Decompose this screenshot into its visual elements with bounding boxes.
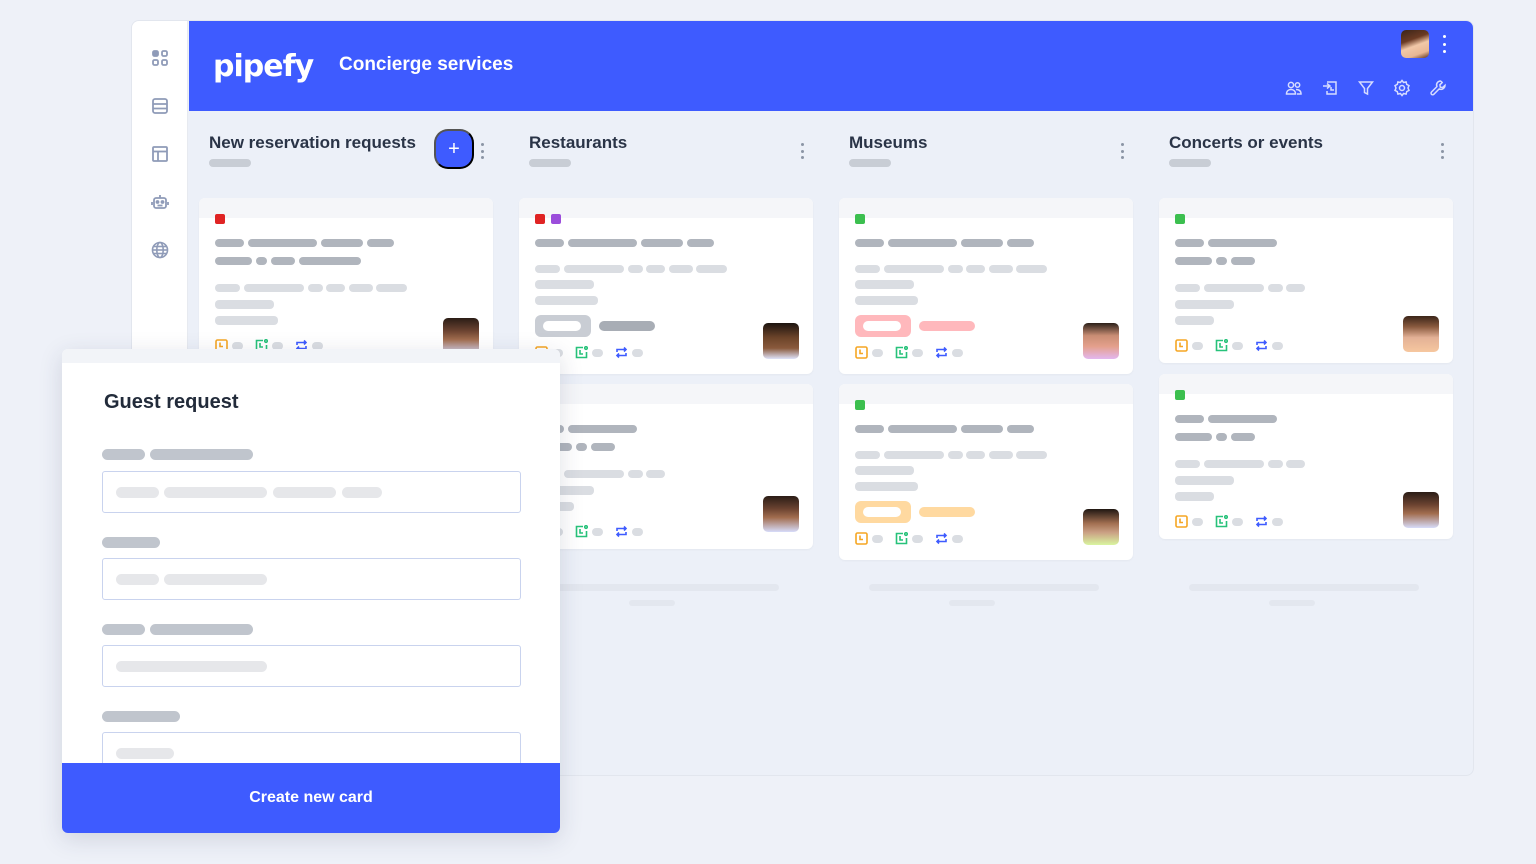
assignee-avatar[interactable]: [1403, 492, 1439, 528]
assignee-avatar[interactable]: [763, 496, 799, 532]
label-tag-green: [855, 214, 865, 224]
label-tag-green: [1175, 214, 1185, 224]
import-icon[interactable]: [1321, 79, 1339, 97]
card-count-placeholder: [1169, 159, 1211, 167]
field-label: [102, 624, 145, 635]
field-label: [150, 449, 253, 460]
label-tag-red: [535, 214, 545, 224]
connection-icon: [615, 525, 628, 538]
user-avatar[interactable]: [1401, 30, 1429, 58]
clock-icon: [855, 346, 868, 359]
card[interactable]: [1159, 374, 1453, 539]
assignee-avatar[interactable]: [1083, 509, 1119, 545]
card-count-placeholder: [529, 159, 571, 167]
apps-grid-icon[interactable]: [150, 48, 170, 68]
layout-icon[interactable]: [150, 144, 170, 164]
members-icon[interactable]: [1285, 79, 1303, 97]
pipe-title[interactable]: Concierge services: [339, 54, 513, 76]
wrench-icon[interactable]: [1429, 79, 1447, 97]
card-count-placeholder: [849, 159, 891, 167]
label-tag-green: [1175, 390, 1185, 400]
connection-icon: [615, 346, 628, 359]
assignee-avatar[interactable]: [1403, 316, 1439, 352]
due-date-icon: [575, 525, 588, 538]
status-pill: [855, 315, 911, 337]
card[interactable]: [519, 198, 813, 374]
label-tag-red: [215, 214, 225, 224]
connection-icon: [1255, 339, 1268, 352]
phase-title: New reservation requests: [209, 133, 416, 152]
status-pill: [855, 501, 911, 523]
card[interactable]: [1159, 198, 1453, 363]
phase-options-icon[interactable]: [801, 143, 805, 159]
clock-icon: [1175, 515, 1188, 528]
phase-title: Restaurants: [529, 133, 628, 152]
pipefy-logo[interactable]: pipefy: [213, 49, 314, 84]
phase-options-icon[interactable]: [1121, 143, 1125, 159]
form-title: Guest request: [104, 391, 239, 413]
connection-icon: [935, 532, 948, 545]
due-date-icon: [575, 346, 588, 359]
clock-icon: [1175, 339, 1188, 352]
field-label: [102, 711, 180, 722]
status-pill: [535, 315, 591, 337]
phase-column-concerts-or-events: Concerts or events: [1149, 111, 1469, 775]
database-icon[interactable]: [150, 96, 170, 116]
card[interactable]: [519, 384, 813, 549]
phase-options-icon[interactable]: [1441, 143, 1445, 159]
more-options-icon[interactable]: [1443, 35, 1447, 53]
due-date-icon: [895, 346, 908, 359]
create-new-card-button[interactable]: Create new card: [62, 763, 560, 833]
phase-options-icon[interactable]: [481, 143, 485, 159]
label-tag-purple: [551, 214, 561, 224]
pipe-header: pipefy Concierge services: [189, 21, 1473, 111]
field-label: [102, 449, 145, 460]
connection-icon: [1255, 515, 1268, 528]
due-date-icon: [1215, 515, 1228, 528]
clock-icon: [855, 532, 868, 545]
globe-icon[interactable]: [150, 240, 170, 260]
field-label: [102, 537, 160, 548]
due-date-icon: [895, 532, 908, 545]
phase-column-museums: Museums: [829, 111, 1149, 775]
connection-icon: [935, 346, 948, 359]
due-date-icon: [1215, 339, 1228, 352]
phase-title: Museums: [849, 133, 928, 152]
assignee-avatar[interactable]: [763, 323, 799, 359]
add-card-button[interactable]: +: [434, 129, 474, 169]
phase-title: Concerts or events: [1169, 133, 1323, 152]
assignee-avatar[interactable]: [1083, 323, 1119, 359]
robot-icon[interactable]: [150, 192, 170, 212]
start-form-modal: Guest request Create new card: [62, 349, 560, 833]
filter-icon[interactable]: [1357, 79, 1375, 97]
settings-icon[interactable]: [1393, 79, 1411, 97]
form-field-input[interactable]: [102, 645, 521, 687]
field-label: [150, 624, 253, 635]
card[interactable]: [839, 198, 1133, 374]
label-tag-green: [855, 400, 865, 410]
card[interactable]: [839, 384, 1133, 560]
form-field-input[interactable]: [102, 558, 521, 600]
form-field-input[interactable]: [102, 471, 521, 513]
header-actions: [1285, 79, 1447, 97]
card-count-placeholder: [209, 159, 251, 167]
card[interactable]: [199, 198, 493, 358]
